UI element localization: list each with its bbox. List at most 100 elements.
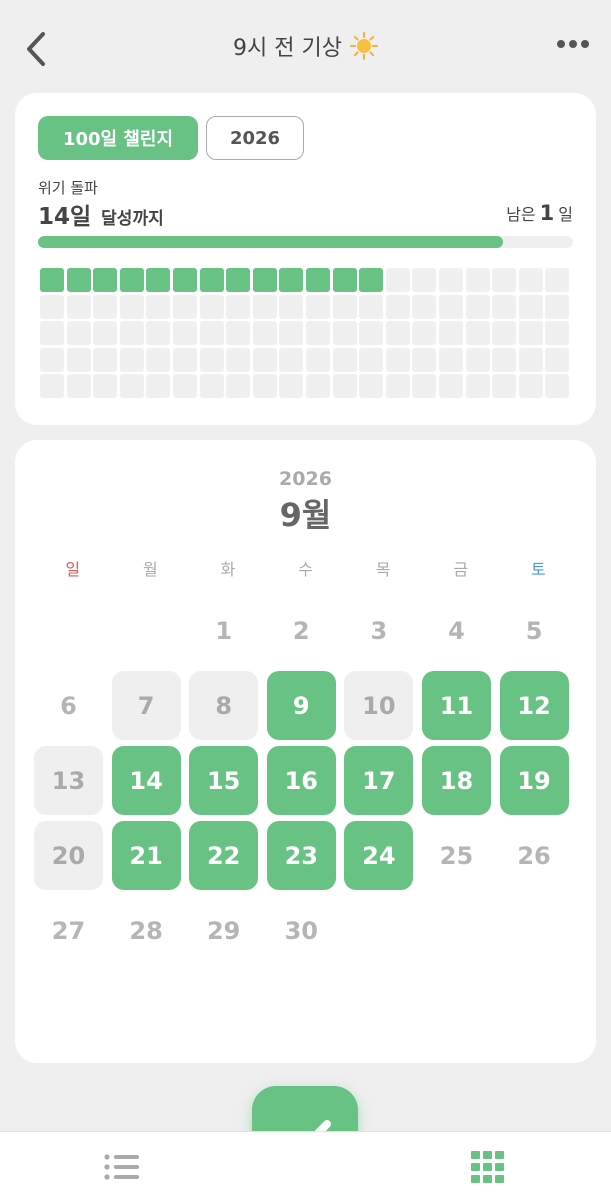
calendar-day[interactable]: 7: [111, 671, 181, 740]
calendar-day[interactable]: 12: [499, 671, 569, 740]
weekday-thu: 목: [375, 560, 391, 579]
tab-year[interactable]: 2026: [206, 116, 304, 160]
calendar-day[interactable]: 17: [344, 746, 414, 815]
challenge-cell: [518, 321, 543, 346]
remaining-unit: 일: [558, 205, 573, 224]
more-dot: [569, 40, 577, 48]
challenge-cell: [465, 294, 490, 319]
calendar-day[interactable]: 2: [267, 596, 336, 665]
challenge-cell: [226, 347, 251, 372]
challenge-cell: [93, 268, 118, 292]
challenge-cell: [518, 294, 543, 319]
calendar-day[interactable]: 4: [422, 596, 491, 665]
calendar-card: 2026 9월 일 월 화 수 목 금 토 1 2 3 4 5 6 7 8 9 10 11 12 13 1…: [15, 440, 596, 1063]
challenge-cell: [438, 347, 463, 372]
calendar-day[interactable]: 30: [267, 896, 336, 965]
challenge-cell: [172, 374, 197, 399]
challenge-cell: [66, 321, 91, 346]
challenge-cell: [465, 374, 490, 399]
challenge-cell: [332, 321, 357, 346]
challenge-cell: [545, 294, 570, 319]
challenge-cell: [119, 294, 144, 319]
challenge-cell: [385, 374, 410, 399]
calendar-day[interactable]: 8: [189, 671, 259, 740]
challenge-cell: [305, 268, 330, 292]
progress-fill: [38, 236, 504, 248]
challenge-cell: [518, 268, 543, 292]
challenge-cell: [438, 294, 463, 319]
challenge-cell: [305, 294, 330, 319]
calendar-day[interactable]: 6: [34, 671, 103, 740]
calendar-day[interactable]: 15: [189, 746, 259, 815]
challenge-cell: [385, 347, 410, 372]
calendar-day[interactable]: 10: [344, 671, 414, 740]
more-button[interactable]: [557, 40, 589, 48]
challenge-cell: [492, 321, 517, 346]
challenge-cell: [252, 268, 277, 292]
challenge-cell: [359, 321, 384, 346]
challenge-cell: [40, 268, 64, 292]
calendar-day[interactable]: 27: [34, 896, 103, 965]
calendar-day[interactable]: 5: [500, 596, 569, 665]
calendar-month[interactable]: 9월: [15, 490, 596, 536]
calendar-day[interactable]: 22: [189, 821, 259, 890]
calendar-day[interactable]: 21: [111, 821, 181, 890]
challenge-cell: [226, 321, 251, 346]
challenge-cell: [172, 347, 197, 372]
challenge-cell: [412, 374, 437, 399]
challenge-cell: [146, 321, 171, 346]
page-title: 9시 전 기상: [0, 30, 611, 62]
challenge-cell: [252, 321, 277, 346]
challenge-cell: [226, 374, 251, 399]
calendar-day[interactable]: 3: [344, 596, 413, 665]
challenge-cell: [412, 347, 437, 372]
more-dot: [581, 40, 589, 48]
calendar-day[interactable]: 24: [344, 821, 414, 890]
challenge-card: 100일 챌린지 2026 위기 돌파 14일 달성까지 남은 1 일: [15, 93, 596, 425]
weekday-mon: 월: [143, 560, 158, 579]
calendar-day[interactable]: 23: [266, 821, 336, 890]
calendar-day[interactable]: 16: [266, 746, 336, 815]
calendar-day[interactable]: 20: [34, 821, 103, 890]
calendar-day[interactable]: 26: [500, 821, 569, 890]
calendar-day[interactable]: 14: [111, 746, 181, 815]
challenge-cell: [172, 268, 197, 292]
challenge-cell: [199, 374, 224, 399]
challenge-cell: [545, 374, 570, 399]
challenge-cell: [465, 347, 490, 372]
bottom-tab-bar: [0, 1131, 611, 1200]
calendar-day[interactable]: 11: [421, 671, 491, 740]
calendar-empty-cell: [34, 596, 103, 665]
challenge-cell: [385, 321, 410, 346]
calendar-day[interactable]: 18: [421, 746, 491, 815]
challenge-cell: [465, 268, 490, 292]
weekday-header: 일 월 화 수 목 금 토: [34, 556, 577, 580]
challenge-cell: [66, 374, 91, 399]
list-view-button[interactable]: [104, 1153, 140, 1181]
calendar-day[interactable]: 13: [34, 746, 103, 815]
challenge-cell: [545, 321, 570, 346]
calendar-day[interactable]: 28: [112, 896, 181, 965]
challenge-cell: [332, 268, 357, 292]
challenge-cell: [146, 374, 171, 399]
page-title-text: 9시 전 기상: [233, 36, 342, 61]
grid-view-button[interactable]: [471, 1151, 505, 1183]
challenge-cell: [146, 347, 171, 372]
challenge-cell: [172, 294, 197, 319]
challenge-cell: [545, 347, 570, 372]
challenge-cell: [279, 294, 304, 319]
calendar-day[interactable]: 19: [499, 746, 569, 815]
challenge-cell: [438, 268, 463, 292]
challenge-cell: [305, 321, 330, 346]
challenge-cell: [492, 268, 517, 292]
challenge-cell: [66, 347, 91, 372]
calendar-day[interactable]: 29: [189, 896, 258, 965]
challenge-cell: [492, 374, 517, 399]
challenge-cell: [545, 268, 570, 292]
calendar-day[interactable]: 1: [189, 596, 258, 665]
tab-100-day-challenge[interactable]: 100일 챌린지: [38, 116, 198, 160]
calendar-day[interactable]: 9: [266, 671, 336, 740]
weekday-wed: 수: [298, 560, 313, 579]
calendar-day[interactable]: 25: [422, 821, 491, 890]
challenge-cell: [279, 374, 304, 399]
